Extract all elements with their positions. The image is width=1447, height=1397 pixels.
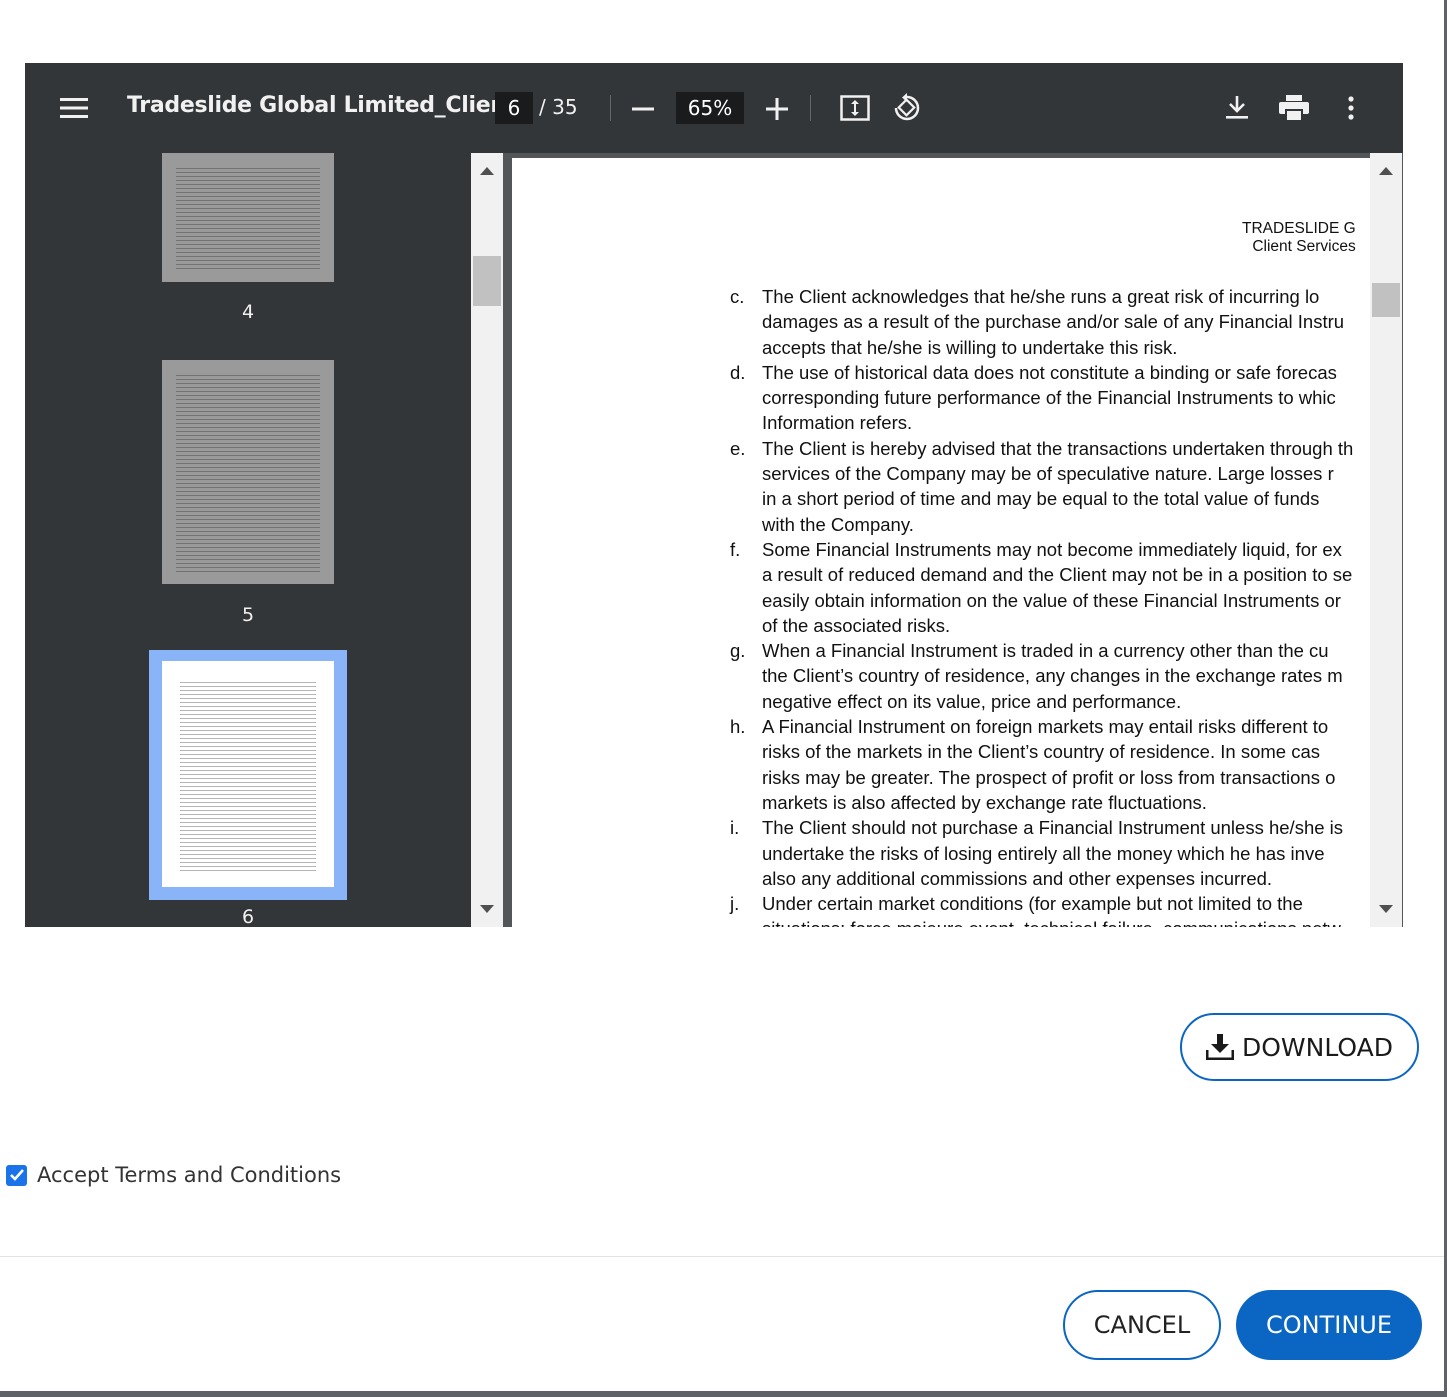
download-icon — [1206, 1034, 1234, 1060]
clause-line: corresponding future performance of the … — [762, 387, 1336, 409]
clause-line: situations: force majeure event, technic… — [762, 916, 1370, 927]
zoom-level-input[interactable]: 65% — [676, 92, 744, 124]
clause-item: h. A Financial Instrument on foreign mark… — [730, 714, 1370, 815]
thumbnail-page-4[interactable] — [162, 153, 334, 282]
document-title: Tradeslide Global Limited_Clien... — [127, 93, 530, 118]
accept-terms-checkbox[interactable] — [6, 1164, 27, 1186]
footer-divider — [0, 1256, 1447, 1257]
clause-line: Information refers. — [762, 412, 913, 434]
pdf-toolbar: Tradeslide Global Limited_Clien... 6 / 3… — [25, 63, 1403, 153]
download-button[interactable]: DOWNLOAD — [1180, 1013, 1419, 1081]
pdf-viewer: Tradeslide Global Limited_Clien... 6 / 3… — [25, 63, 1403, 927]
clause-letter: h. — [730, 716, 746, 738]
menu-icon[interactable] — [59, 93, 89, 123]
document-scroll-thumb[interactable] — [1372, 283, 1400, 317]
zoom-out-icon[interactable] — [629, 95, 657, 123]
clause-item: g. When a Financial Instrument is traded … — [730, 638, 1370, 714]
document-header-company: TRADESLIDE G — [1242, 220, 1356, 237]
clause-line: The Client is hereby advised that the tr… — [762, 437, 1354, 459]
page-number-input[interactable]: 6 — [495, 92, 533, 124]
clause-letter: d. — [730, 361, 746, 383]
clause-line: markets is also affected by exchange rat… — [762, 791, 1207, 813]
thumbnail-number: 5 — [241, 604, 255, 626]
clause-line: risks may be greater. The prospect of pr… — [762, 766, 1336, 788]
clause-item: i. The Client should not purchase a Finan… — [730, 815, 1370, 891]
accept-terms: Accept Terms and Conditions — [6, 1163, 341, 1187]
clause-line: the Client’s country of residence, any c… — [762, 665, 1343, 687]
clause-item: j. Under certain market conditions (for e… — [730, 891, 1370, 927]
clause-line: undertake the risks of losing entirely a… — [762, 842, 1325, 864]
scroll-down-icon[interactable] — [480, 905, 494, 913]
clause-line: Under certain market conditions (for exa… — [762, 893, 1303, 915]
clause-item: e. The Client is hereby advised that the … — [730, 436, 1370, 537]
page-total: / 35 — [539, 95, 578, 119]
download-label: DOWNLOAD — [1242, 1032, 1393, 1062]
rotate-icon[interactable] — [891, 92, 923, 124]
download-icon[interactable] — [1223, 93, 1251, 123]
clause-item: d. The use of historical data does not co… — [730, 360, 1370, 436]
clause-letter: j. — [730, 893, 740, 915]
sidebar-scrollbar[interactable] — [471, 153, 503, 927]
scroll-up-icon[interactable] — [1379, 167, 1393, 175]
clause-line: in a short period of time and may be equ… — [762, 488, 1320, 510]
clause-line: Some Financial Instruments may not becom… — [762, 539, 1342, 560]
document-scrollbar[interactable] — [1370, 153, 1402, 927]
clause-line: services of the Company may be of specul… — [762, 463, 1334, 485]
window-bottom-edge — [0, 1391, 1447, 1397]
clause-line: When a Financial Instrument is traded in… — [762, 640, 1329, 662]
print-icon[interactable] — [1278, 93, 1310, 123]
continue-button[interactable]: CONTINUE — [1236, 1290, 1422, 1360]
more-icon[interactable] — [1339, 93, 1363, 123]
accept-terms-label[interactable]: Accept Terms and Conditions — [37, 1163, 341, 1187]
thumbnail-sidebar: 4 5 6 — [25, 153, 471, 927]
thumbnail-number: 4 — [241, 301, 255, 323]
toolbar-divider — [610, 95, 611, 121]
clause-line: The Client should not purchase a Financi… — [762, 817, 1344, 839]
scroll-up-icon[interactable] — [480, 167, 494, 175]
scroll-down-icon[interactable] — [1379, 905, 1393, 913]
document-header-section: Client Services — [1252, 238, 1356, 255]
clause-line: negative effect on its value, price and … — [762, 690, 1182, 712]
clause-line: also any additional commissions and othe… — [762, 867, 1273, 889]
clause-line: The use of historical data does not cons… — [762, 361, 1337, 383]
clause-line: The Client acknowledges that he/she runs… — [762, 286, 1320, 307]
clause-line: of the associated risks. — [762, 614, 951, 636]
clause-item: c. The Client acknowledges that he/she ru… — [730, 284, 1370, 360]
document-header: TRADESLIDE G Client Services — [1242, 220, 1356, 256]
document-page: TRADESLIDE G Client Services c. The Clien… — [512, 158, 1370, 927]
zoom-in-icon[interactable] — [763, 95, 791, 123]
clause-line: A Financial Instrument on foreign market… — [762, 716, 1329, 738]
clause-line: a result of reduced demand and the Clien… — [762, 564, 1353, 586]
check-icon — [9, 1169, 24, 1181]
fit-page-icon[interactable] — [839, 93, 871, 123]
cancel-button[interactable]: CANCEL — [1063, 1290, 1221, 1360]
thumbnail-number: 6 — [241, 906, 255, 927]
thumbnail-page-6-selected[interactable] — [149, 650, 347, 900]
clause-letter: i. — [730, 817, 740, 839]
clause-line: with the Company. — [762, 513, 914, 535]
clause-letter: f. — [730, 539, 741, 560]
clause-letter: c. — [730, 286, 745, 307]
clause-line: risks of the markets in the Client’s cou… — [762, 741, 1320, 763]
clause-line: accepts that he/she is willing to undert… — [762, 336, 1178, 358]
clause-line: easily obtain information on the value o… — [762, 589, 1341, 611]
clause-letter: e. — [730, 437, 746, 459]
clause-item: f. Some Financial Instruments may not bec… — [730, 537, 1370, 638]
clause-letter: g. — [730, 640, 746, 662]
toolbar-divider — [810, 95, 811, 121]
sidebar-scroll-thumb[interactable] — [473, 256, 501, 306]
thumbnail-page-5[interactable] — [162, 360, 334, 584]
clause-line: damages as a result of the purchase and/… — [762, 311, 1345, 333]
